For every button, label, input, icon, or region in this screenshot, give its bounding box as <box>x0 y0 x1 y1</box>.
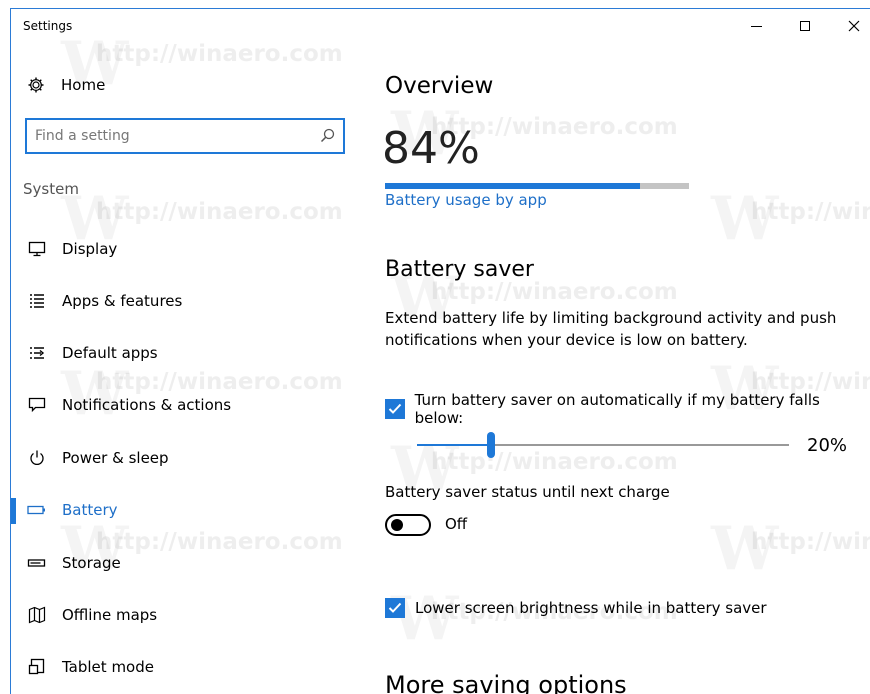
battery-saver-description: Extend battery life by limiting backgrou… <box>385 309 837 349</box>
app-title: Settings <box>23 19 73 33</box>
search-box[interactable] <box>25 118 345 154</box>
maximize-icon <box>800 21 810 31</box>
lower-brightness-option[interactable]: Lower screen brightness while in battery… <box>385 598 767 618</box>
sidebar-item-battery[interactable]: Battery <box>11 490 361 530</box>
home-nav-item[interactable]: Home <box>25 73 105 97</box>
battery-saver-toggle[interactable] <box>385 514 431 536</box>
search-icon[interactable] <box>319 127 337 145</box>
sidebar-item-default-apps[interactable]: Default apps <box>11 333 361 373</box>
slider-fill <box>417 444 492 446</box>
sidebar-item-apps-features[interactable]: Apps & features <box>11 281 361 321</box>
minimize-icon <box>750 25 762 27</box>
storage-icon <box>26 553 48 573</box>
more-saving-heading: More saving options <box>385 671 627 694</box>
battery-threshold-slider[interactable] <box>417 432 789 460</box>
slider-thumb[interactable] <box>487 432 496 458</box>
active-indicator <box>11 498 16 524</box>
sidebar-item-offline-maps[interactable]: Offline maps <box>11 595 361 635</box>
checkmark-icon <box>388 602 402 613</box>
sidebar-item-label: Display <box>62 240 118 258</box>
close-button[interactable] <box>831 9 870 43</box>
maximize-button[interactable] <box>782 9 828 43</box>
section-label: System <box>23 180 79 198</box>
sidebar-item-label: Tablet mode <box>62 658 154 676</box>
apps-features-icon <box>26 291 48 311</box>
threshold-value: 20% <box>807 435 848 456</box>
battery-level-fill <box>385 183 641 189</box>
battery-icon <box>26 500 48 520</box>
tablet-mode-icon <box>26 657 48 677</box>
battery-level-bar <box>385 183 689 189</box>
map-icon <box>26 605 48 625</box>
search-input[interactable] <box>35 125 305 147</box>
home-label: Home <box>61 76 106 94</box>
sidebar-item-power-sleep[interactable]: Power & sleep <box>11 438 361 478</box>
lower-brightness-label: Lower screen brightness while in battery… <box>415 599 767 617</box>
auto-saver-checkbox[interactable] <box>385 399 405 419</box>
settings-window: Settings W http://winaero.com W http://w… <box>10 8 870 694</box>
battery-percentage: 84% <box>382 123 480 174</box>
sidebar-item-label: Default apps <box>62 344 158 362</box>
sidebar-item-notifications[interactable]: Notifications & actions <box>11 385 361 425</box>
sidebar-item-label: Offline maps <box>62 606 158 624</box>
toggle-state-label: Off <box>445 515 468 533</box>
sidebar-item-label: Apps & features <box>62 292 183 310</box>
sidebar-item-display[interactable]: Display <box>11 229 361 269</box>
battery-usage-link[interactable]: Battery usage by app <box>385 191 547 209</box>
auto-saver-option[interactable]: Turn battery saver on automatically if m… <box>385 391 865 427</box>
overview-heading: Overview <box>385 73 494 99</box>
default-apps-icon <box>26 343 48 363</box>
main-content: Overview 84% Battery usage by app Batter… <box>382 43 865 694</box>
sidebar-item-label: Power & sleep <box>62 449 169 467</box>
power-icon <box>26 448 48 468</box>
sidebar-item-label: Notifications & actions <box>62 396 232 414</box>
sidebar: Home System Display Apps & features <box>11 43 361 694</box>
sidebar-item-label: Storage <box>62 554 121 572</box>
minimize-button[interactable] <box>733 9 779 43</box>
gear-icon <box>25 75 47 95</box>
auto-saver-label: Turn battery saver on automatically if m… <box>414 391 820 427</box>
toggle-knob <box>391 519 403 531</box>
sidebar-item-label: Battery <box>62 501 118 519</box>
checkmark-icon <box>388 403 402 414</box>
sidebar-item-tablet-mode[interactable]: Tablet mode <box>11 647 361 687</box>
notifications-icon <box>26 395 48 415</box>
battery-saver-heading: Battery saver <box>385 257 534 282</box>
close-icon <box>848 20 860 32</box>
saver-status-label: Battery saver status until next charge <box>385 483 670 501</box>
sidebar-item-storage[interactable]: Storage <box>11 543 361 583</box>
display-icon <box>26 239 48 259</box>
title-bar: Settings <box>11 9 870 43</box>
lower-brightness-checkbox[interactable] <box>385 598 405 618</box>
